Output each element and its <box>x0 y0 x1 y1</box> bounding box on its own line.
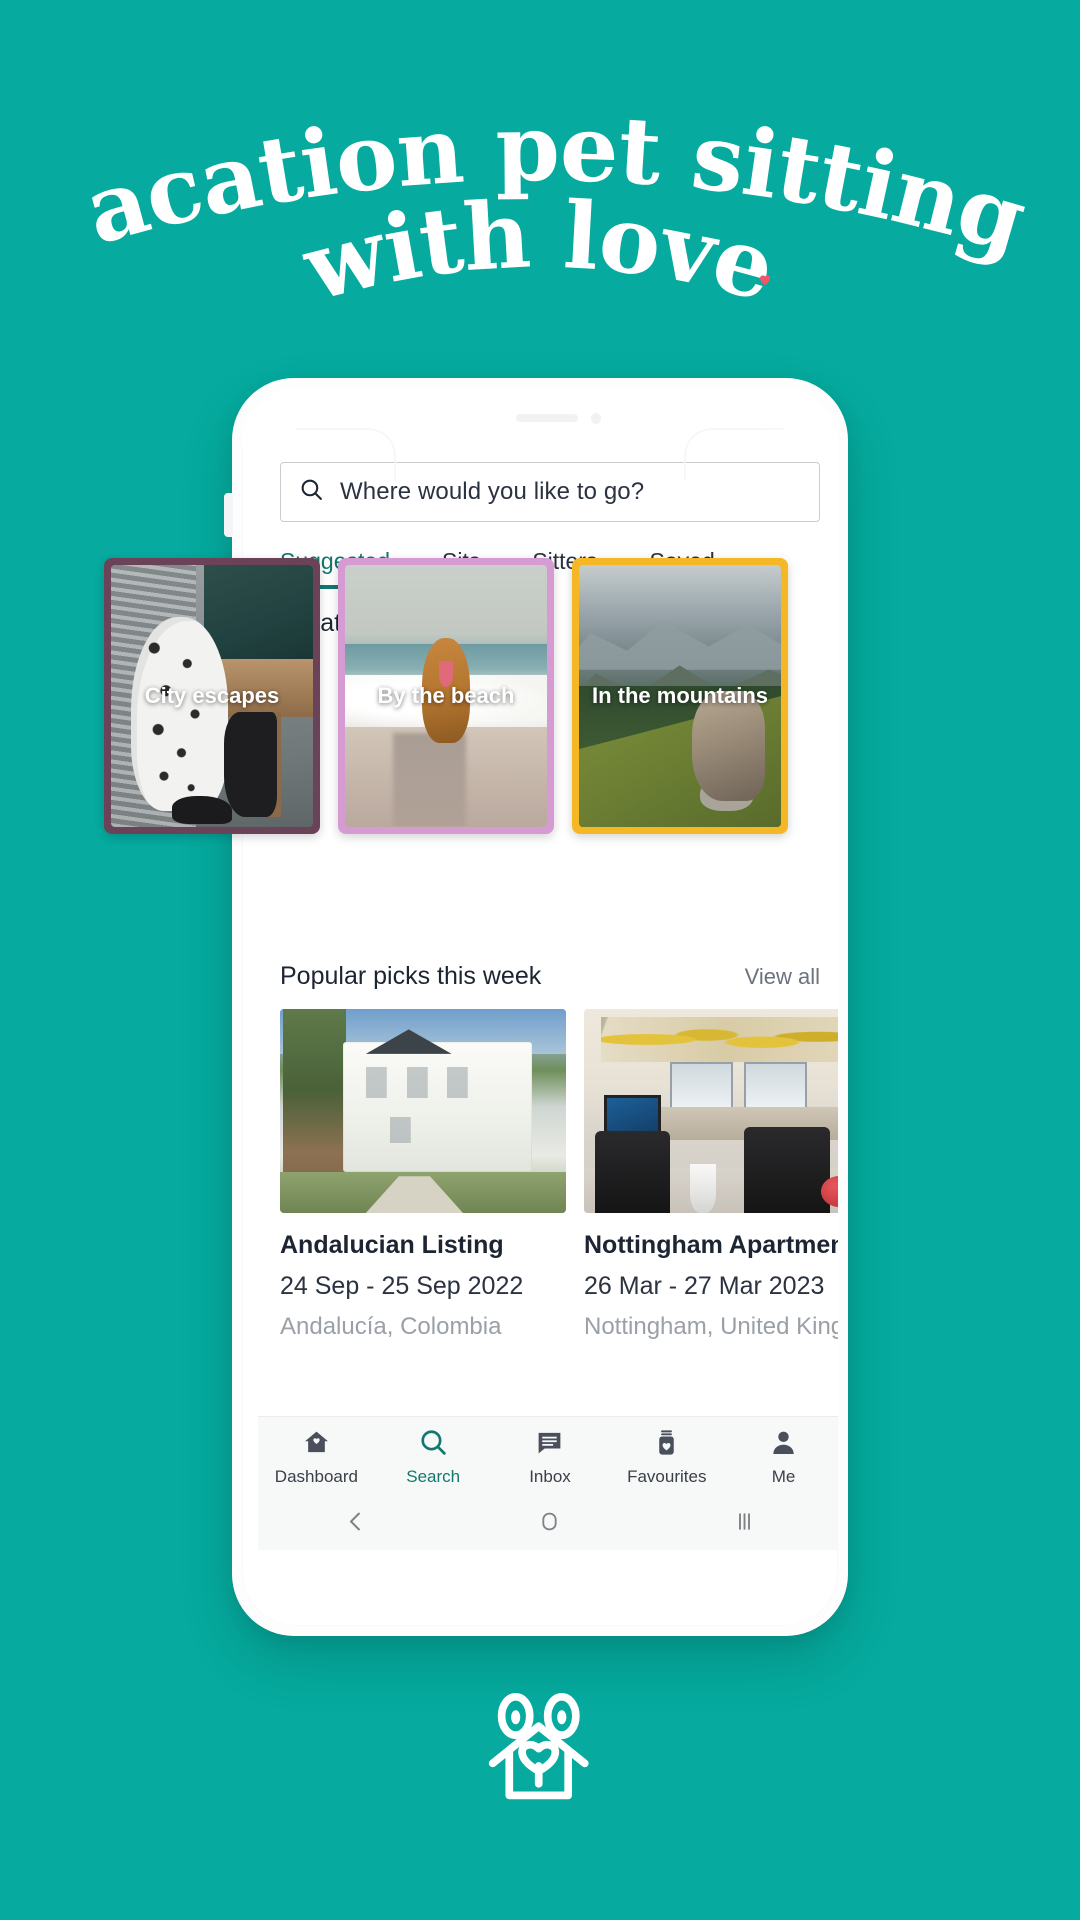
nav-item-favourites[interactable]: Favourites <box>613 1428 721 1487</box>
listing-image <box>280 1009 566 1213</box>
house-heart-icon <box>302 1428 331 1462</box>
popular-picks-header: Popular picks this week View all <box>258 962 838 991</box>
phone-side-button <box>224 493 233 537</box>
search-icon <box>299 477 324 507</box>
listing-location: Andalucía, Colombia <box>280 1313 502 1340</box>
phone-camera <box>591 413 601 424</box>
nav-label: Inbox <box>529 1467 571 1486</box>
inspiration-card-beach[interactable]: By the beach <box>338 558 554 834</box>
nav-item-search[interactable]: Search <box>379 1428 487 1487</box>
back-chevron-icon[interactable] <box>342 1508 369 1540</box>
listing-dates: 24 Sep - 25 Sep 2022 <box>280 1272 524 1300</box>
search-icon <box>419 1428 448 1462</box>
nav-item-me[interactable]: Me <box>730 1428 838 1487</box>
bottom-navigation: Dashboard Search Inbox Favourites Me <box>258 1416 838 1498</box>
inspiration-card-label: City escapes <box>144 683 280 708</box>
listing-card[interactable]: Nottingham Apartment 26 Mar - 27 Mar 202… <box>584 1009 838 1341</box>
nav-item-dashboard[interactable]: Dashboard <box>262 1428 370 1487</box>
listing-dates: 26 Mar - 27 Mar 2023 <box>584 1272 825 1300</box>
inspiration-card-label: In the mountains <box>592 683 768 708</box>
popular-picks-list[interactable]: Andalucian Listing 24 Sep - 25 Sep 2022 … <box>258 991 838 1341</box>
headline-line-2: with love <box>292 180 785 300</box>
view-all-link[interactable]: View all <box>745 964 820 990</box>
search-placeholder: Where would you like to go? <box>340 478 645 505</box>
inspiration-card-city[interactable]: City escapes <box>104 558 320 834</box>
listing-title: Andalucian Listing <box>280 1231 504 1259</box>
chat-bubble-icon <box>535 1428 564 1462</box>
nav-label: Dashboard <box>274 1467 358 1486</box>
inspiration-card-label: By the beach <box>377 683 515 708</box>
recents-bars-icon[interactable] <box>731 1508 758 1540</box>
nav-item-inbox[interactable]: Inbox <box>496 1428 604 1487</box>
jar-heart-icon <box>652 1428 681 1462</box>
location-inspiration-cards[interactable]: City escapes By the beach In the mountai… <box>104 558 980 834</box>
listing-image <box>584 1009 838 1213</box>
phone-bezel-curve-right <box>684 428 784 480</box>
home-square-icon[interactable] <box>536 1508 563 1540</box>
popular-picks-title: Popular picks this week <box>280 962 542 990</box>
nav-label: Favourites <box>627 1467 707 1486</box>
listing-card[interactable]: Andalucian Listing 24 Sep - 25 Sep 2022 … <box>280 1009 566 1341</box>
headline-line-1: Vacation pet sitting, <box>0 70 1037 274</box>
nav-label: Search <box>406 1467 461 1486</box>
nav-label: Me <box>771 1467 796 1486</box>
listing-title: Nottingham Apartment <box>584 1231 838 1259</box>
house-pet-heart-logo <box>476 1684 604 1812</box>
android-system-nav <box>258 1498 838 1550</box>
listing-location: Nottingham, United Kingdom <box>584 1313 838 1340</box>
heart-dot-icon <box>757 272 773 287</box>
phone-speaker <box>516 414 578 422</box>
person-icon <box>769 1428 798 1462</box>
inspiration-card-mountains[interactable]: In the mountains <box>572 558 788 834</box>
headline: Vacation pet sitting, with love <box>0 70 1080 300</box>
phone-bezel-curve-left <box>296 428 396 480</box>
